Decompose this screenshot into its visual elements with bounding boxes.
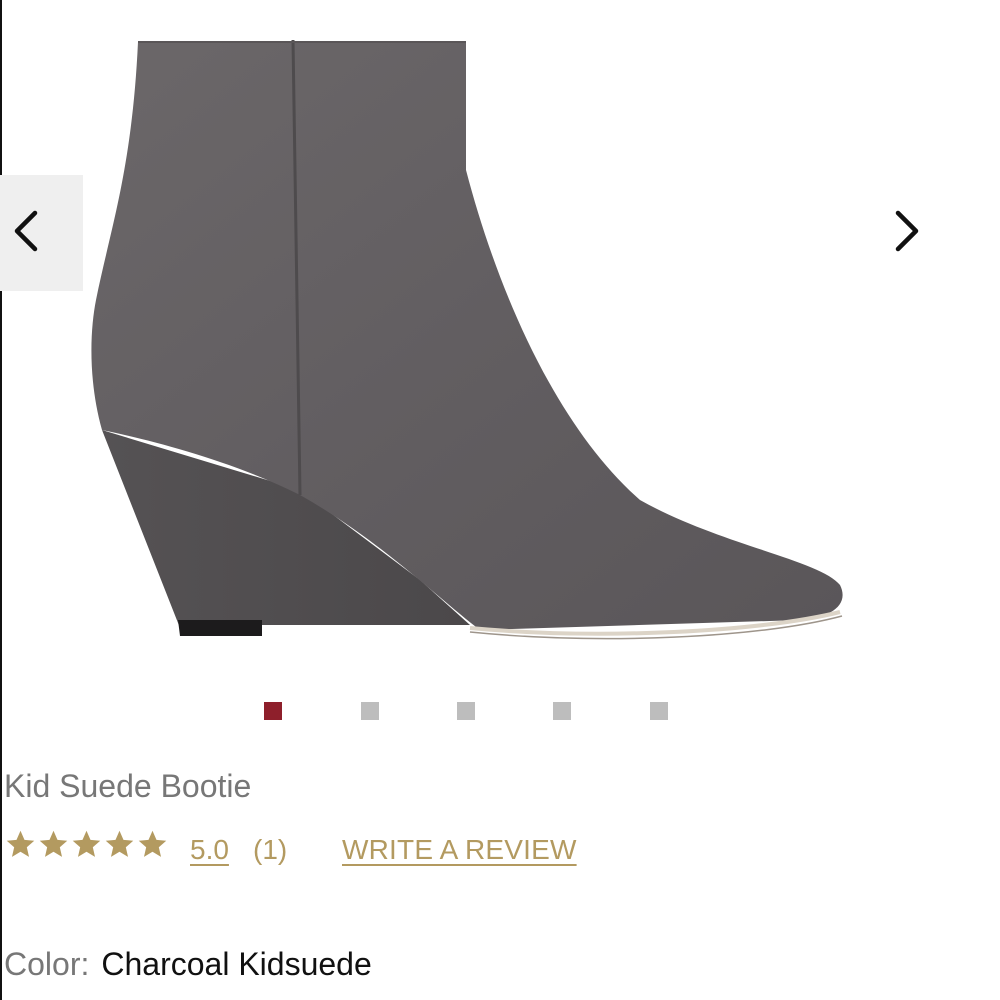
carousel-dot-1[interactable]: [264, 702, 282, 720]
carousel-dot-2[interactable]: [361, 702, 379, 720]
chevron-right-icon: [892, 209, 922, 258]
star-icon: [136, 828, 169, 861]
color-label: Color:: [4, 946, 90, 982]
carousel-prev-button[interactable]: [0, 175, 83, 291]
product-title: Kid Suede Bootie: [4, 768, 252, 804]
color-value: Charcoal Kidsuede: [101, 946, 372, 982]
star-rating[interactable]: [4, 828, 169, 861]
carousel-pagination: [0, 702, 1000, 722]
product-image-carousel: [0, 0, 1000, 740]
chevron-left-icon: [14, 209, 57, 258]
review-count[interactable]: (1): [253, 834, 287, 866]
write-review-link[interactable]: WRITE A REVIEW: [342, 834, 577, 866]
star-icon: [103, 828, 136, 861]
color-selector-label: Color: Charcoal Kidsuede: [4, 946, 372, 983]
rating-score-link[interactable]: 5.0: [190, 834, 229, 866]
carousel-dot-4[interactable]: [553, 702, 571, 720]
carousel-dot-5[interactable]: [650, 702, 668, 720]
carousel-next-button[interactable]: [872, 175, 942, 291]
star-icon: [37, 828, 70, 861]
product-image-bootie: [91, 39, 843, 640]
star-icon: [70, 828, 103, 861]
rating-row: 5.0 (1) WRITE A REVIEW: [4, 826, 994, 876]
star-icon: [4, 828, 37, 861]
carousel-dot-3[interactable]: [457, 702, 475, 720]
